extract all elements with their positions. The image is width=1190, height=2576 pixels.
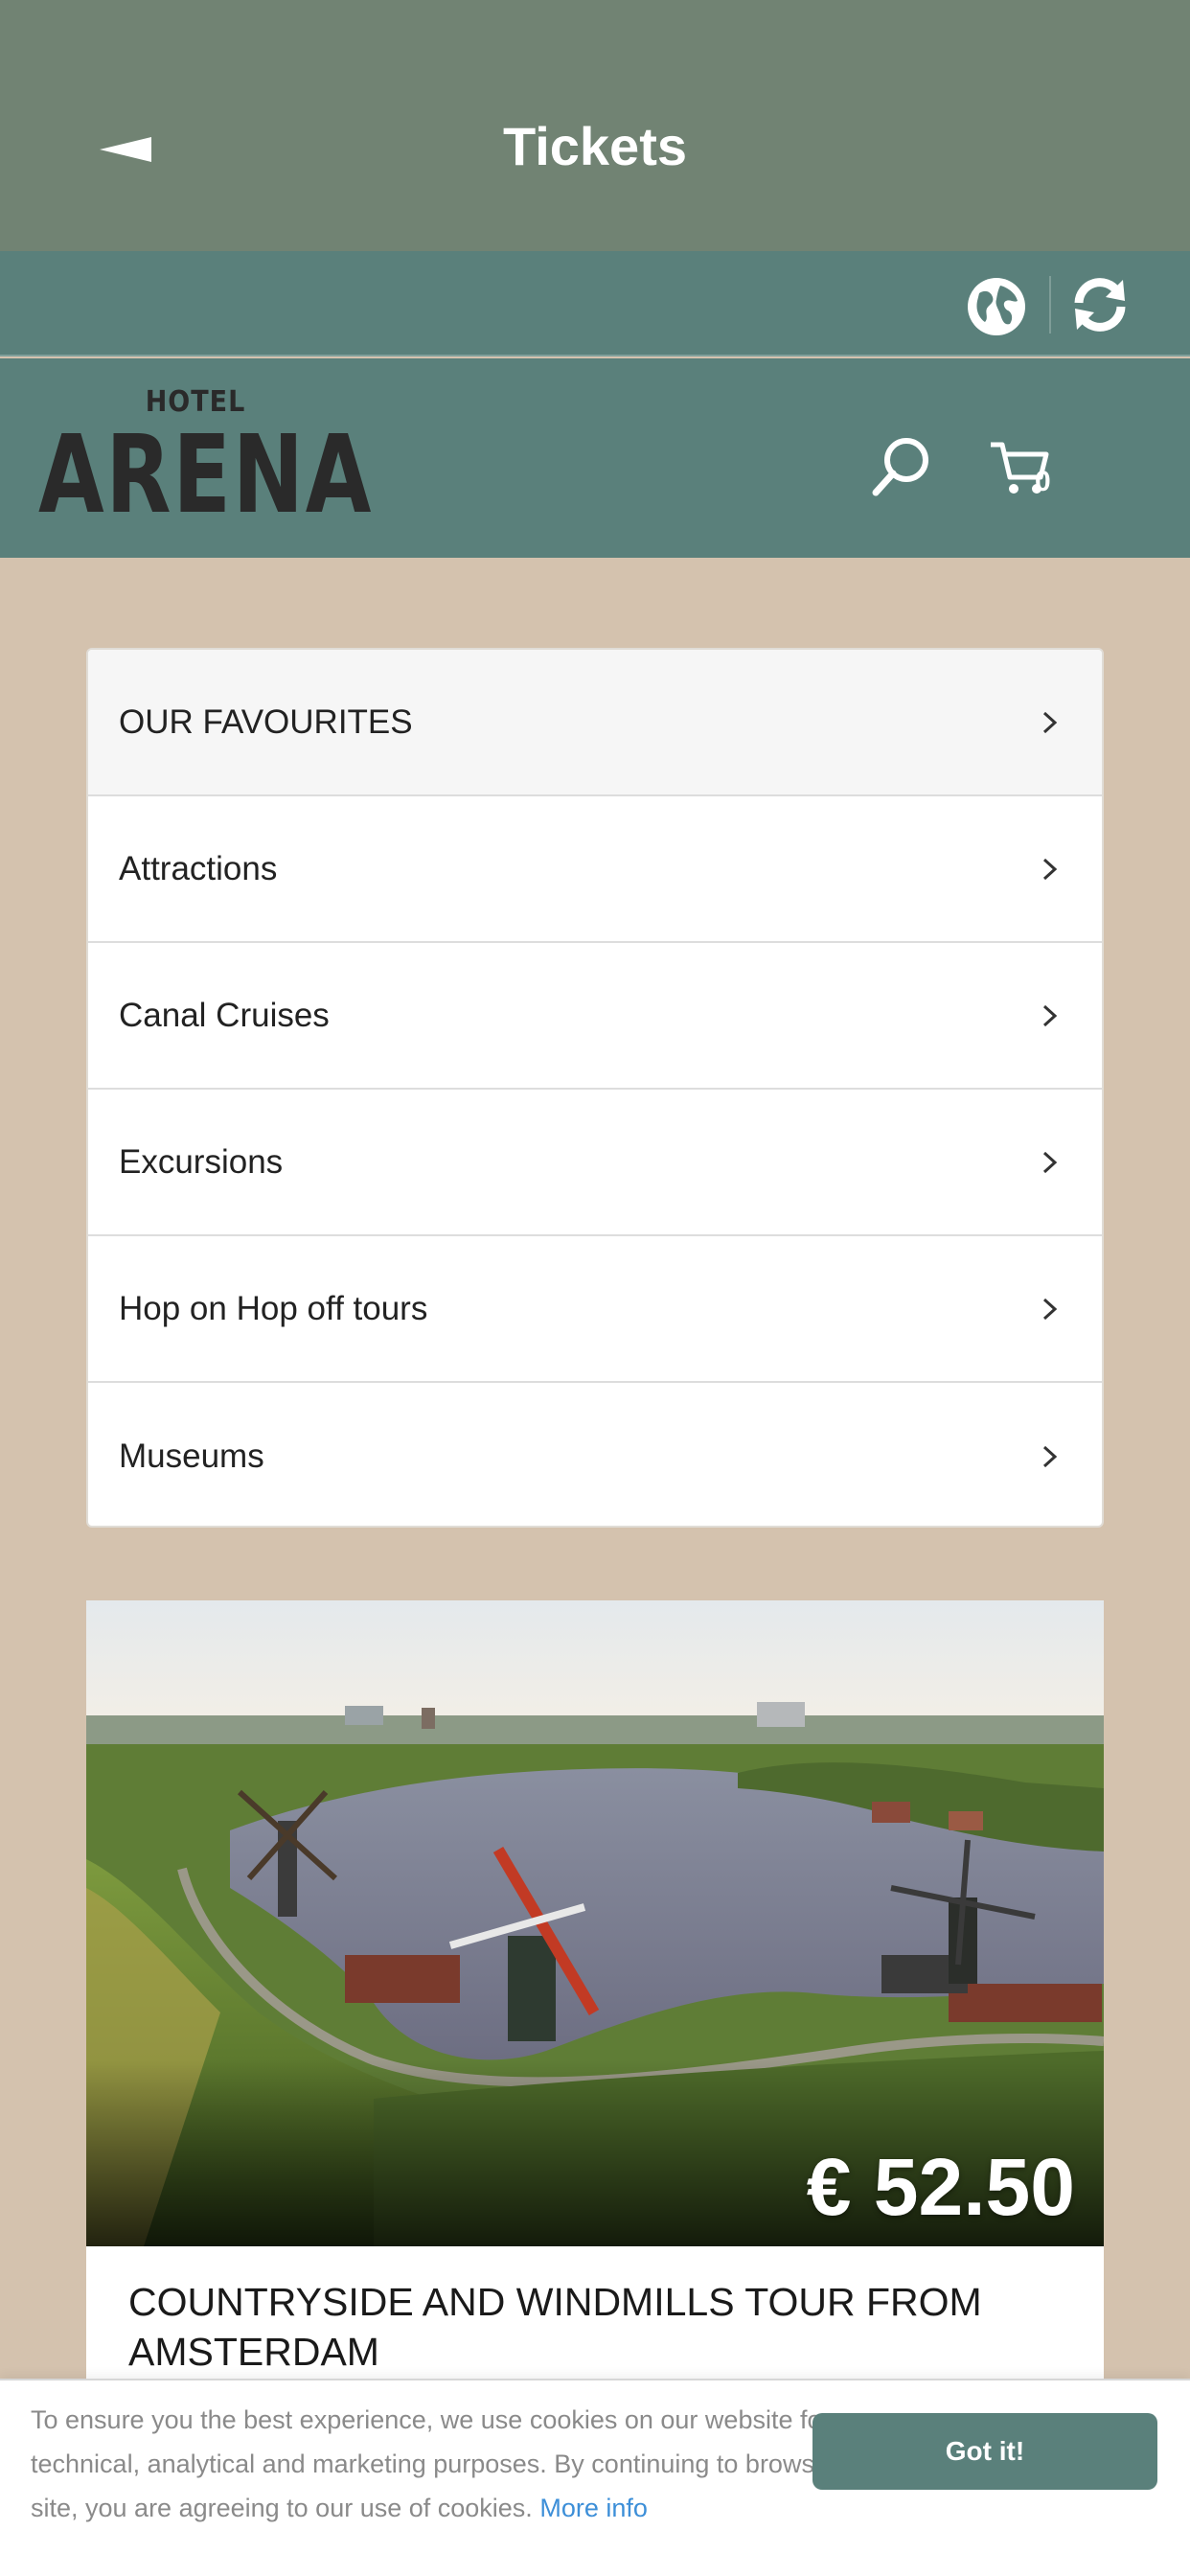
cookie-text: To ensure you the best experience, we us… [31, 2398, 874, 2530]
page-title: Tickets [503, 116, 687, 176]
chevron-right-icon [1042, 1151, 1058, 1173]
refresh-button[interactable] [1069, 274, 1131, 335]
chevron-right-icon [1042, 858, 1058, 880]
category-item-canal-cruises[interactable]: Canal Cruises [88, 943, 1102, 1090]
search-button[interactable] [868, 433, 935, 500]
cookie-banner: To ensure you the best experience, we us… [0, 2379, 1190, 2576]
category-label: Hop on Hop off tours [119, 1289, 428, 1327]
more-info-link[interactable]: More info [539, 2494, 648, 2522]
hotel-logo[interactable]: HOTEL ARENA [38, 385, 371, 539]
utility-bar [0, 251, 1190, 356]
globe-icon [968, 278, 1025, 335]
utility-divider [1049, 276, 1051, 334]
chevron-right-icon [1042, 711, 1058, 733]
accept-cookies-button[interactable]: Got it! [812, 2413, 1157, 2490]
refresh-icon [1074, 278, 1126, 332]
category-item-museums[interactable]: Museums [88, 1383, 1102, 1526]
chevron-right-icon [1042, 1445, 1058, 1467]
category-list: OUR FAVOURITES Attractions Canal Cruises… [86, 648, 1104, 1528]
nav-bar: Tickets [0, 0, 1190, 251]
product-card[interactable]: € 52.50 COUNTRYSIDE AND WINDMILLS TOUR F… [86, 1600, 1104, 2405]
brand-header: HOTEL ARENA 0 [0, 358, 1190, 558]
category-item-excursions[interactable]: Excursions [88, 1090, 1102, 1236]
category-label: Excursions [119, 1142, 284, 1181]
category-label: Museums [119, 1437, 264, 1475]
category-item-our-favourites[interactable]: OUR FAVOURITES [88, 650, 1102, 796]
category-item-hop-on-hop-off[interactable]: Hop on Hop off tours [88, 1236, 1102, 1383]
category-label: Attractions [119, 849, 278, 887]
chevron-right-icon [1042, 1298, 1058, 1320]
category-item-attractions[interactable]: Attractions [88, 796, 1102, 943]
price-badge: € 52.50 [806, 2142, 1075, 2232]
language-button[interactable] [966, 276, 1027, 337]
category-label: Canal Cruises [119, 996, 330, 1034]
cookie-message: To ensure you the best experience, we us… [31, 2405, 874, 2522]
search-icon [872, 438, 928, 496]
cart-icon [991, 442, 1049, 494]
product-image[interactable]: € 52.50 [86, 1600, 1104, 2246]
cart-count-badge: 0 [1035, 466, 1051, 497]
category-label: OUR FAVOURITES [119, 702, 413, 741]
product-title[interactable]: COUNTRYSIDE AND WINDMILLS TOUR FROM AMST… [128, 2277, 1067, 2377]
logo-big-text: ARENA [38, 413, 374, 538]
chevron-right-icon [1042, 1004, 1058, 1026]
cart-button[interactable]: 0 [989, 437, 1065, 514]
